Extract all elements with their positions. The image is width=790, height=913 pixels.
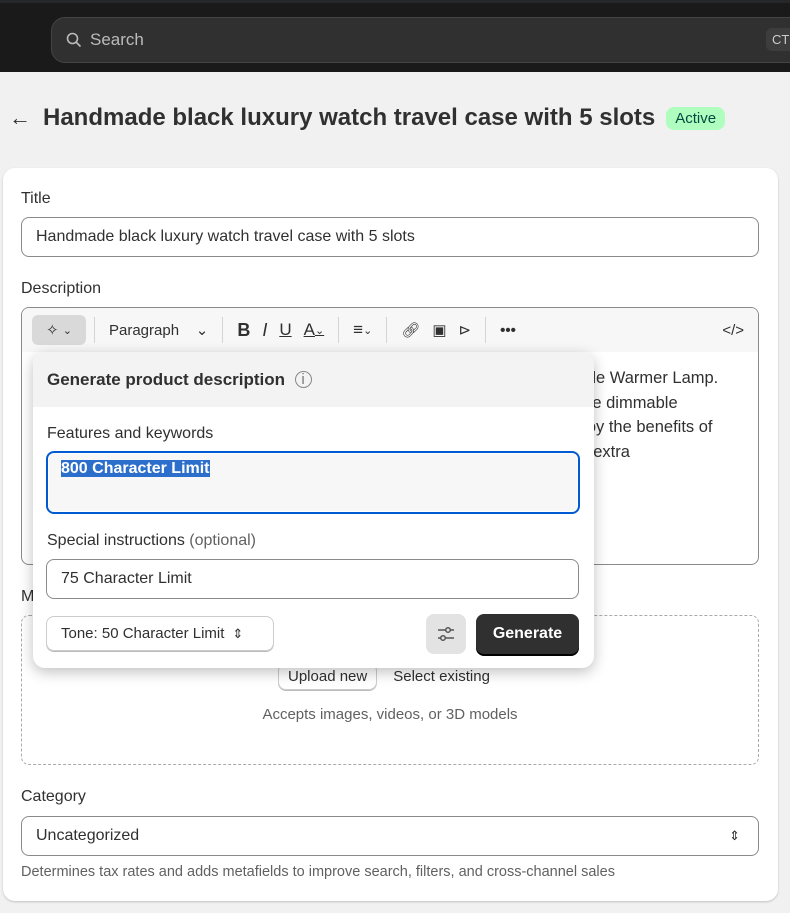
category-hint: Determines tax rates and adds metafields… <box>21 864 615 880</box>
generate-description-popover: Generate product description i Features … <box>33 352 594 668</box>
select-arrows-icon: ⇕ <box>232 625 244 641</box>
image-icon[interactable]: ▣ <box>426 315 452 345</box>
features-value: 800 Character Limit <box>61 460 210 477</box>
select-existing-button[interactable]: Select existing <box>393 668 490 685</box>
info-icon[interactable]: i <box>294 371 312 388</box>
page-title: Handmade black luxury watch travel case … <box>43 104 656 131</box>
search-input[interactable]: Search CTRL <box>51 17 790 63</box>
search-icon <box>66 32 82 48</box>
chevron-down-icon: ⌄ <box>62 324 72 337</box>
accepts-text: Accepts images, videos, or 3D models <box>262 706 518 723</box>
more-icon[interactable]: ••• <box>494 315 522 345</box>
select-arrows-icon: ⇕ <box>729 828 740 843</box>
description-label: Description <box>21 280 102 297</box>
status-badge: Active <box>666 106 726 130</box>
category-select[interactable]: Uncategorized ⇕ <box>21 816 759 856</box>
sparkle-icon: ✧ <box>46 322 59 339</box>
code-icon[interactable]: </> <box>716 315 750 345</box>
page-header: ← Handmade black luxury watch travel cas… <box>9 104 726 132</box>
tone-value: Tone: 50 Character Limit <box>61 625 225 642</box>
settings-sliders-button[interactable] <box>426 614 466 654</box>
editor-toolbar: ✧ ⌄ Paragraph ⌄ B I U A ⌄ ≡ ⌄ 🔗︎ ▣ ⊳ ••• <… <box>22 308 758 352</box>
tone-select[interactable]: Tone: 50 Character Limit ⇕ <box>46 616 274 651</box>
top-bar: Search CTRL <box>0 0 790 72</box>
paragraph-label: Paragraph <box>109 321 180 339</box>
special-label: Special instructions (optional) <box>47 532 256 550</box>
link-icon[interactable]: 🔗︎ <box>395 315 426 345</box>
text-color-icon[interactable]: A ⌄ <box>298 315 331 345</box>
popover-title: Generate product description <box>47 369 286 389</box>
features-label: Features and keywords <box>47 425 214 442</box>
back-arrow-icon[interactable]: ← <box>9 105 31 131</box>
sliders-icon <box>438 626 454 642</box>
ai-magic-button[interactable]: ✧ ⌄ <box>32 315 86 345</box>
category-value: Uncategorized <box>36 827 140 844</box>
bold-icon[interactable]: B <box>231 315 256 345</box>
chevron-down-icon: ⌄ <box>195 322 209 339</box>
shortcut-hint: CTRL <box>766 28 790 51</box>
category-label: Category <box>21 788 86 805</box>
optional-text: (optional) <box>189 532 256 549</box>
title-label: Title <box>21 190 51 207</box>
generate-button[interactable]: Generate <box>476 614 579 654</box>
features-textarea[interactable]: 800 Character Limit <box>46 451 580 514</box>
video-icon[interactable]: ⊳ <box>453 315 478 345</box>
description-text: ndle Warmer Lamp. the dimmable njoy the … <box>574 369 719 461</box>
special-label-text: Special instructions <box>47 532 185 549</box>
paragraph-select[interactable]: Paragraph ⌄ <box>103 315 214 345</box>
title-input[interactable]: Handmade black luxury watch travel case … <box>21 217 759 257</box>
underline-icon[interactable]: U <box>273 315 297 345</box>
search-placeholder: Search <box>90 30 144 49</box>
align-icon[interactable]: ≡ ⌄ <box>347 315 378 345</box>
special-instructions-input[interactable]: 75 Character Limit <box>46 559 579 599</box>
italic-icon[interactable]: I <box>256 315 273 345</box>
